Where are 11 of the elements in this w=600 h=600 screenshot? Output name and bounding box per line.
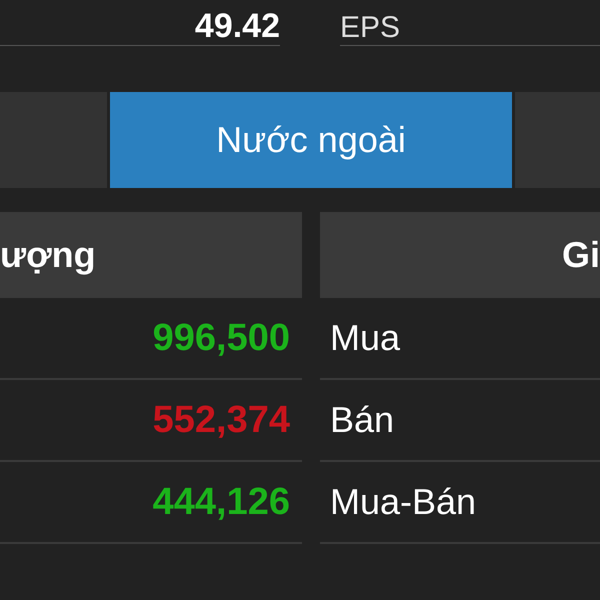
eps-label: EPS (340, 13, 400, 43)
volume-value: 996,500 (152, 316, 290, 360)
eps-value: 49.42 (194, 9, 280, 43)
row-label: Mua (330, 316, 400, 360)
row-label: Bán (330, 398, 394, 442)
column-header: ượng (0, 212, 302, 298)
volume-value: 444,126 (152, 480, 290, 524)
volume-value: 552,374 (152, 398, 290, 442)
row-label: Mua-Bán (330, 480, 476, 524)
column-header: Gi (320, 212, 600, 298)
tab[interactable]: Nước ngoài (110, 92, 512, 188)
